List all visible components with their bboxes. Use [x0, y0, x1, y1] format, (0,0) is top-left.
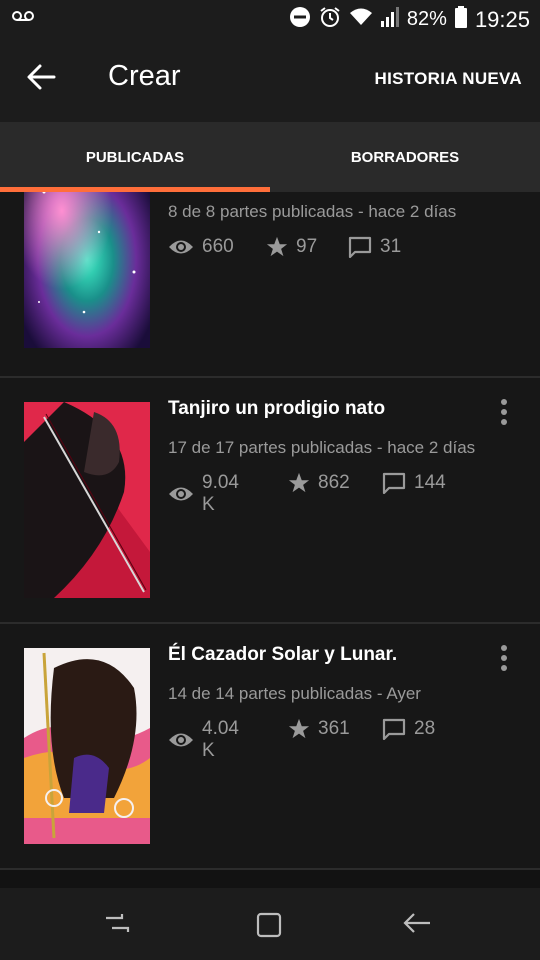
votes-count: 862	[318, 472, 350, 493]
comment-icon	[382, 718, 406, 740]
comment-icon	[348, 236, 372, 258]
do-not-disturb-icon	[289, 6, 311, 33]
comments-count: 144	[414, 472, 446, 493]
tab-bar: PUBLICADAS BORRADORES	[0, 122, 540, 192]
signal-icon	[380, 7, 399, 32]
eye-icon	[168, 238, 194, 256]
home-icon[interactable]	[252, 908, 292, 942]
star-icon	[266, 236, 288, 258]
reads-count: 660	[202, 236, 234, 257]
star-icon	[288, 472, 310, 494]
votes-count: 97	[296, 236, 318, 257]
comments-count: 28	[414, 718, 436, 739]
tab-drafts[interactable]: BORRADORES	[270, 122, 540, 192]
reads-count: 9.04 K	[202, 472, 239, 515]
story-title: Tanjiro un prodigio nato	[168, 398, 386, 419]
recent-apps-icon[interactable]	[100, 908, 140, 942]
story-parts-info: 17 de 17 partes publicadas - hace 2 días	[168, 438, 476, 457]
page-title: Crear	[108, 60, 181, 92]
voicemail-icon	[12, 9, 34, 28]
story-list[interactable]: 8 de 8 partes publicadas - hace 2 días 6…	[0, 192, 540, 888]
battery-icon	[454, 6, 467, 33]
story-title: Él Cazador Solar y Lunar.	[168, 644, 398, 665]
eye-icon	[168, 731, 194, 749]
alarm-icon	[319, 6, 341, 33]
more-options-icon[interactable]	[494, 398, 514, 428]
story-parts-info: 8 de 8 partes publicadas - hace 2 días	[168, 202, 457, 221]
comment-icon	[382, 472, 406, 494]
back-icon[interactable]	[400, 908, 440, 942]
divider	[0, 868, 540, 870]
story-item[interactable]: Tanjiro un prodigio nato 17 de 17 partes…	[0, 378, 540, 624]
new-story-button[interactable]: HISTORIA NUEVA	[375, 69, 522, 89]
more-options-icon[interactable]	[494, 644, 514, 674]
back-arrow-icon[interactable]	[24, 60, 64, 100]
eye-icon	[168, 485, 194, 503]
story-cover-image	[24, 402, 150, 598]
comments-count: 31	[380, 236, 402, 257]
story-item[interactable]: 8 de 8 partes publicadas - hace 2 días 6…	[0, 192, 540, 378]
story-cover-image	[24, 648, 150, 844]
story-parts-info: 14 de 14 partes publicadas - Ayer	[168, 684, 421, 703]
story-item[interactable]: Él Cazador Solar y Lunar. 14 de 14 parte…	[0, 624, 540, 870]
tab-published[interactable]: PUBLICADAS	[0, 122, 270, 192]
votes-count: 361	[318, 718, 350, 739]
battery-percent: 82%	[406, 8, 447, 30]
system-nav-bar	[0, 888, 540, 960]
status-bar: 82% 19:25	[0, 0, 540, 38]
star-icon	[288, 718, 310, 740]
app-bar: Crear HISTORIA NUEVA	[0, 38, 540, 122]
reads-count: 4.04 K	[202, 718, 239, 761]
clock: 19:25	[474, 6, 530, 32]
story-cover-image	[24, 192, 150, 348]
wifi-icon	[349, 7, 373, 32]
